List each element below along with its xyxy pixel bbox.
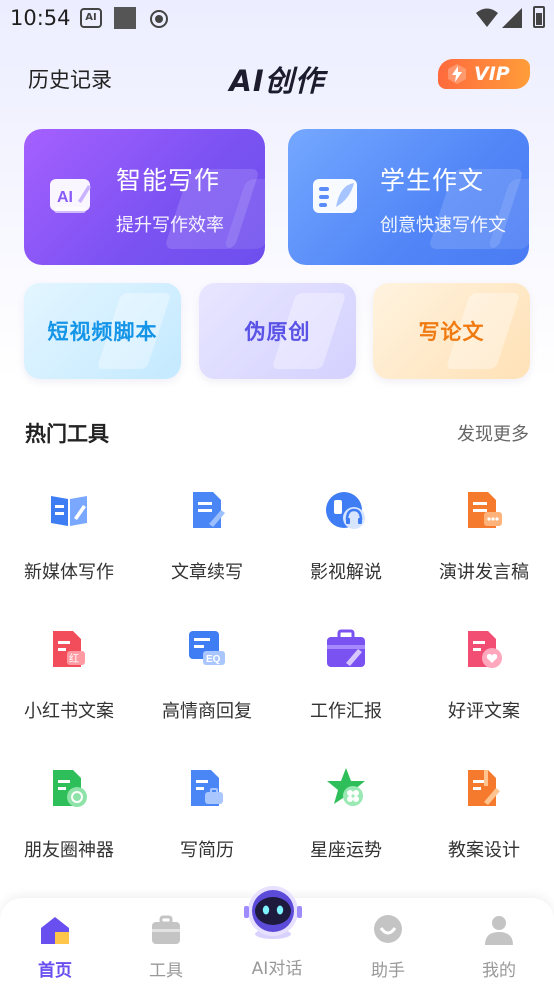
pseudo-original-button[interactable]: 伪原创 xyxy=(199,283,356,379)
svg-text:EQ: EQ xyxy=(206,654,221,665)
tool-work-report[interactable]: 工作汇报 xyxy=(277,627,415,723)
header: 历史记录 AI创作 VIP xyxy=(0,50,554,102)
eq-chat-icon: EQ xyxy=(189,631,225,665)
tool-new-media-writing[interactable]: 新媒体写作 xyxy=(0,488,138,584)
smart-writing-subtitle: 提升写作效率 xyxy=(116,215,224,236)
student-essay-card[interactable]: 学生作文 创意快速写作文 xyxy=(288,129,529,265)
pseudo-original-label: 伪原创 xyxy=(244,320,311,344)
tool-label: 高情商回复 xyxy=(162,701,252,722)
tool-label: 朋友圈神器 xyxy=(24,840,114,861)
status-bar: 10:54 AI xyxy=(0,0,554,38)
write-paper-button[interactable]: 写论文 xyxy=(373,283,530,379)
notification-square-icon xyxy=(114,7,136,29)
svg-text:红: 红 xyxy=(69,652,79,665)
svg-text:AI: AI xyxy=(57,189,73,206)
hot-tools-title: 热门工具 xyxy=(25,422,109,446)
heart-doc-icon xyxy=(468,631,502,668)
vip-button[interactable]: VIP xyxy=(438,59,530,89)
tool-high-eq-reply[interactable]: EQ 高情商回复 xyxy=(138,627,276,723)
write-paper-label: 写论文 xyxy=(418,320,485,344)
home-icon xyxy=(41,917,69,944)
nav-home[interactable]: 首页 xyxy=(0,898,110,981)
signal-icon xyxy=(502,8,522,28)
tool-xiaohongshu-copy[interactable]: 红 小红书文案 xyxy=(0,627,138,723)
short-video-script-button[interactable]: 短视频脚本 xyxy=(24,283,181,379)
smart-writing-card[interactable]: AI 智能写作 提升写作效率 xyxy=(24,129,265,265)
toolbox-icon xyxy=(152,915,180,944)
tool-horoscope[interactable]: 星座运势 xyxy=(277,766,415,862)
speech-doc-icon xyxy=(468,492,502,528)
open-book-icon xyxy=(51,496,87,526)
ai-status-icon: AI xyxy=(80,8,102,28)
student-essay-title: 学生作文 xyxy=(380,166,485,195)
red-note-icon: 红 xyxy=(53,631,85,667)
tool-label: 小红书文案 xyxy=(24,701,114,722)
headphones-icon xyxy=(326,492,365,529)
doc-edit-icon xyxy=(193,492,225,528)
tool-label: 写简历 xyxy=(180,840,234,861)
robot-icon[interactable] xyxy=(242,884,304,940)
discover-more-link[interactable]: 发现更多 xyxy=(457,420,529,446)
tool-article-continue[interactable]: 文章续写 xyxy=(138,488,276,584)
record-icon xyxy=(150,10,168,28)
short-video-script-label: 短视频脚本 xyxy=(47,320,158,344)
tool-label: 好评文案 xyxy=(448,701,520,722)
tool-label: 新媒体写作 xyxy=(24,562,114,583)
moments-icon xyxy=(53,770,87,807)
tool-label: 文章续写 xyxy=(171,562,243,583)
wifi-icon xyxy=(476,8,498,27)
tool-label: 影视解说 xyxy=(310,562,382,583)
tool-label: 演讲发言稿 xyxy=(439,562,529,583)
nav-tools[interactable]: 工具 xyxy=(111,898,221,981)
tool-film-commentary[interactable]: 影视解说 xyxy=(277,488,415,584)
student-essay-icon xyxy=(313,179,357,213)
smart-writing-title: 智能写作 xyxy=(116,166,221,195)
lesson-plan-icon xyxy=(468,770,500,806)
tool-label: 教案设计 xyxy=(448,840,520,861)
tool-good-review-copy[interactable]: 好评文案 xyxy=(415,627,553,723)
tool-write-resume[interactable]: 写简历 xyxy=(138,766,276,862)
briefcase-icon xyxy=(327,629,365,667)
nav-tools-label: 工具 xyxy=(149,961,183,981)
user-icon xyxy=(485,916,513,945)
lightning-icon xyxy=(448,64,466,84)
nav-home-label: 首页 xyxy=(38,961,72,981)
resume-icon xyxy=(191,770,223,806)
nav-assistant-label: 助手 xyxy=(371,961,405,981)
vip-label: VIP xyxy=(474,63,510,85)
assistant-icon xyxy=(374,915,402,943)
status-time: 10:54 xyxy=(10,6,71,30)
ai-writing-icon: AI xyxy=(50,179,91,213)
tool-moments-helper[interactable]: 朋友圈神器 xyxy=(0,766,138,862)
tool-label: 星座运势 xyxy=(310,840,382,861)
student-essay-subtitle: 创意快速写作文 xyxy=(380,215,506,236)
nav-assistant[interactable]: 助手 xyxy=(333,898,443,981)
nav-ai-chat-label[interactable]: AI对话 xyxy=(222,954,332,979)
tool-speech-draft[interactable]: 演讲发言稿 xyxy=(415,488,553,584)
star-clover-icon xyxy=(327,768,365,806)
tool-label: 工作汇报 xyxy=(310,701,382,722)
nav-me[interactable]: 我的 xyxy=(444,898,554,981)
nav-me-label: 我的 xyxy=(482,961,516,981)
battery-icon xyxy=(533,6,545,28)
tool-lesson-plan[interactable]: 教案设计 xyxy=(415,766,553,862)
